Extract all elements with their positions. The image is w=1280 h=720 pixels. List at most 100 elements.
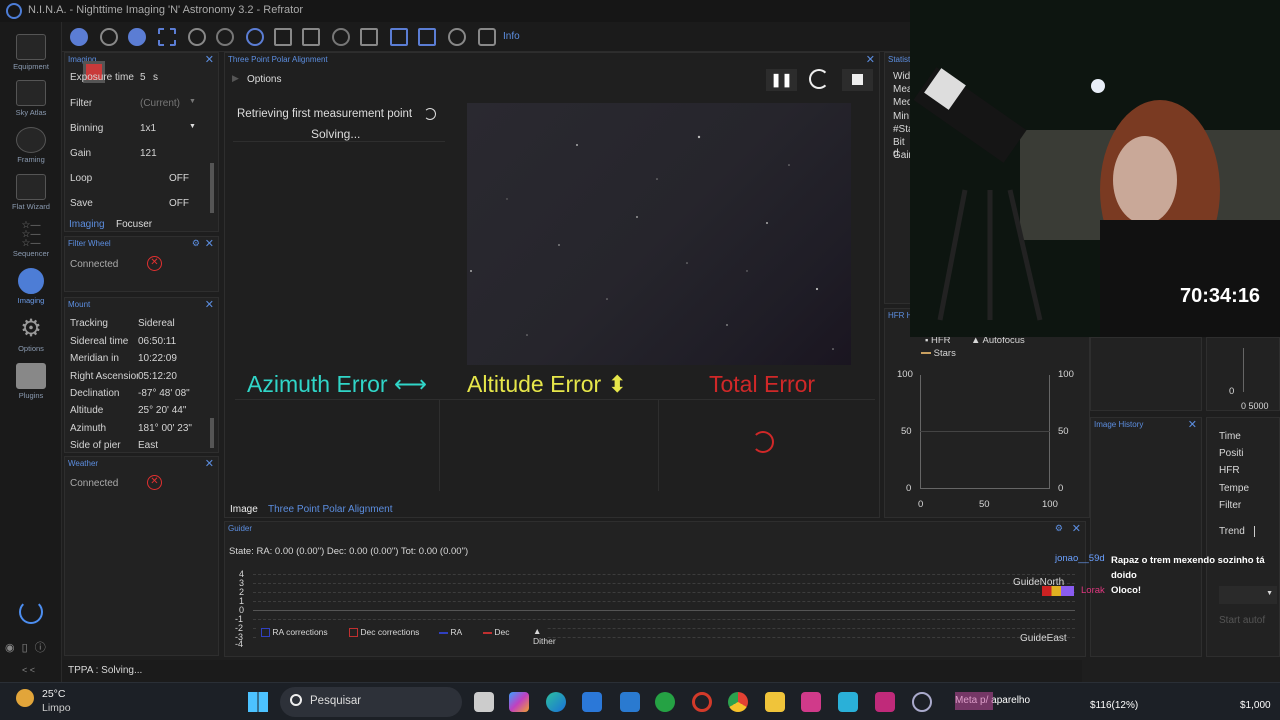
wave-icon[interactable]: [418, 28, 436, 46]
info-icon[interactable]: ⓘ: [35, 642, 46, 654]
gridline: [253, 619, 1075, 620]
bulb-icon[interactable]: [448, 28, 466, 46]
nav-framing[interactable]: Framing: [0, 127, 62, 164]
start-autofocus-button[interactable]: Start autof: [1219, 615, 1279, 631]
filter-wheel-icon[interactable]: [100, 28, 118, 46]
save-toggle[interactable]: OFF: [169, 198, 189, 209]
nav-sky-atlas[interactable]: Sky Atlas: [0, 80, 62, 117]
target-icon[interactable]: [246, 28, 264, 46]
nav-plugins[interactable]: Plugins: [0, 363, 62, 400]
chrome-icon[interactable]: [728, 692, 748, 712]
webcam-overlay: 70:34:16: [910, 0, 1280, 337]
money-2: $1,000: [1240, 700, 1271, 711]
book-icon[interactable]: ▯: [22, 642, 28, 654]
copilot-icon[interactable]: [509, 692, 529, 712]
refresh-icon[interactable]: [188, 28, 206, 46]
small-chart-panel-2: 0 0 5000: [1206, 337, 1280, 411]
chat-message-2: Oloco!: [1111, 585, 1142, 596]
shield-icon[interactable]: [478, 28, 496, 46]
refresh-button[interactable]: [809, 69, 829, 89]
mount-icon[interactable]: [216, 28, 234, 46]
close-icon[interactable]: ✕: [1072, 522, 1081, 535]
opera-icon[interactable]: [692, 692, 712, 712]
close-icon[interactable]: ✕: [205, 237, 214, 250]
chat-overlay: jonao__59d Rapaz o trem mexendo sozinho …: [1040, 553, 1276, 613]
pause-button[interactable]: ❚❚: [766, 69, 797, 91]
framing-icon: [16, 127, 46, 153]
app-icon[interactable]: [620, 692, 640, 712]
tab-focuser[interactable]: Focuser: [116, 219, 152, 230]
search-box[interactable]: Pesquisar: [280, 687, 462, 717]
filter-label: Filter: [70, 98, 93, 109]
filter-select[interactable]: (Current): [140, 98, 180, 109]
settings-icon[interactable]: ⚙: [1055, 523, 1063, 534]
x-tick: 0: [918, 499, 924, 510]
binning-select[interactable]: 1x1: [140, 123, 156, 134]
sliders-icon[interactable]: [302, 28, 320, 46]
divider-h: [235, 399, 875, 400]
expand-icon[interactable]: ▶: [232, 73, 239, 84]
gridline: [253, 592, 1075, 593]
declination-label: Declination: [70, 388, 120, 399]
eye-icon[interactable]: ◉: [5, 642, 15, 654]
edge-icon[interactable]: [546, 692, 566, 712]
close-icon[interactable]: ✕: [1188, 418, 1197, 431]
collapse-button[interactable]: < <: [22, 665, 35, 675]
rotator-icon[interactable]: [158, 28, 176, 46]
close-icon[interactable]: ✕: [205, 457, 214, 470]
bar-chart-icon[interactable]: [390, 28, 408, 46]
close-icon[interactable]: ✕: [866, 53, 875, 66]
nav-imaging[interactable]: Imaging: [0, 268, 62, 305]
weather-icon: [16, 689, 34, 707]
options-expander[interactable]: Options: [247, 74, 281, 85]
task-view-icon[interactable]: [474, 692, 494, 712]
stream-timer: 70:34:16: [1180, 285, 1261, 307]
side-of-pier-label: Side of pier: [70, 440, 121, 451]
gain-input[interactable]: 121: [140, 148, 157, 159]
close-icon[interactable]: ✕: [205, 298, 214, 311]
scrollbar[interactable]: [210, 163, 214, 213]
app-magenta-icon[interactable]: [875, 692, 895, 712]
nina-taskbar-icon[interactable]: [912, 692, 932, 712]
loop-toggle[interactable]: OFF: [169, 173, 189, 184]
power-icon[interactable]: [19, 600, 43, 624]
gridline: [253, 601, 1075, 602]
nav-sequencer[interactable]: ☆— ☆— ☆— Sequencer: [0, 221, 62, 259]
whatsapp-icon[interactable]: [655, 692, 675, 712]
store-icon[interactable]: [582, 692, 602, 712]
close-icon[interactable]: ✕: [205, 53, 214, 66]
dome-icon[interactable]: [332, 28, 350, 46]
nav-equipment[interactable]: Equipment: [0, 34, 62, 71]
app-cyan-icon[interactable]: [838, 692, 858, 712]
azimuth-label: Azimuth: [70, 423, 107, 434]
tab-tppa[interactable]: Three Point Polar Alignment: [268, 504, 393, 515]
tab-imaging[interactable]: Imaging: [69, 219, 105, 230]
camera-icon[interactable]: [70, 28, 88, 46]
gridline: [253, 583, 1075, 584]
notification-highlight: [955, 692, 993, 710]
folder-icon[interactable]: [765, 692, 785, 712]
divider-v1: [439, 399, 440, 491]
settings-icon[interactable]: ⚙: [192, 238, 200, 249]
left-navigation: Equipment Sky Atlas Framing Flat Wizard …: [0, 22, 62, 682]
gear-icon: ⚙: [20, 315, 42, 342]
guider-legend: RA corrections Dec corrections RA Dec ▲ …: [257, 626, 556, 646]
tracking-label: Tracking: [70, 318, 108, 329]
tab-image[interactable]: Image: [230, 504, 258, 515]
tppa-panel: Three Point Polar Alignment ✕ ▶ Options …: [224, 52, 880, 518]
exposure-time-input[interactable]: 5: [140, 72, 146, 83]
windows-start-icon[interactable]: [248, 692, 268, 712]
chevron-down-icon: ▼: [189, 98, 196, 105]
stop-button[interactable]: [842, 69, 873, 91]
house-icon[interactable]: [360, 28, 378, 46]
nav-flat-wizard[interactable]: Flat Wizard: [0, 174, 62, 211]
info-tab[interactable]: Info: [503, 31, 520, 42]
list-icon[interactable]: [274, 28, 292, 46]
scrollbar[interactable]: [210, 418, 214, 448]
app-pink-icon[interactable]: [801, 692, 821, 712]
trend-marker: [1254, 526, 1255, 537]
status-bar: TPPA : Solving...: [62, 660, 1082, 682]
focuser-icon[interactable]: [128, 28, 146, 46]
altitude-value: 25° 20' 44": [138, 405, 187, 416]
nav-options[interactable]: ⚙ Options: [0, 315, 62, 354]
